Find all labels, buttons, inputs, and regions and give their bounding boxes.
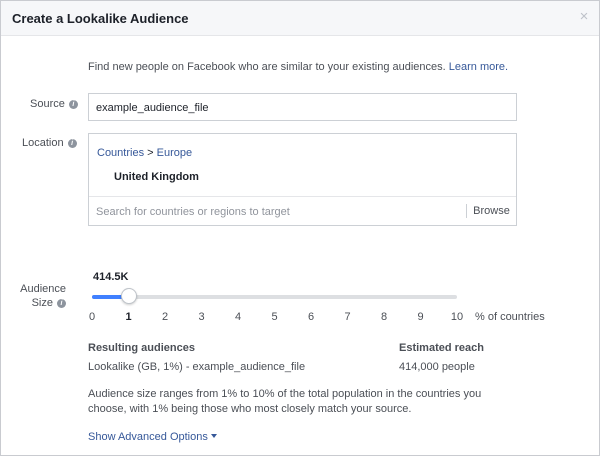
slider-tick-label: 10 <box>450 311 464 323</box>
estimated-reach-value: 414,000 people <box>399 361 475 373</box>
browse-button[interactable]: Browse <box>466 204 516 218</box>
source-input[interactable]: example_audience_file <box>88 93 517 121</box>
slider-tick-label: 5 <box>271 311 278 323</box>
slider-tick-label: 6 <box>307 311 315 323</box>
source-label: Source i <box>30 98 78 110</box>
slider-tick-label: 1 <box>125 311 132 323</box>
source-label-text: Source <box>30 98 65 110</box>
slider-tick-label: 8 <box>380 311 388 323</box>
slider-tick-label: 7 <box>344 311 351 323</box>
estimated-reach-header: Estimated reach <box>399 342 484 354</box>
show-advanced-options-label: Show Advanced Options <box>88 431 208 443</box>
intro-text: Find new people on Facebook who are simi… <box>88 61 508 73</box>
resulting-audiences-header: Resulting audiences <box>88 342 195 354</box>
breadcrumb-separator: > <box>147 147 154 159</box>
dialog-title: Create a Lookalike Audience <box>12 11 189 26</box>
source-input-value: example_audience_file <box>96 102 209 114</box>
breadcrumb-europe[interactable]: Europe <box>157 147 192 159</box>
audience-size-label-line1: Audience <box>20 283 66 295</box>
location-breadcrumb: Countries > Europe <box>97 147 192 159</box>
location-search-placeholder: Search for countries or regions to targe… <box>96 206 290 218</box>
audience-size-slider-track[interactable] <box>92 295 457 299</box>
learn-more-link[interactable]: Learn more. <box>449 61 508 73</box>
info-icon[interactable]: i <box>67 139 77 148</box>
caret-down-icon <box>210 434 217 438</box>
breadcrumb-countries[interactable]: Countries <box>97 147 144 159</box>
location-label: Location i <box>22 137 77 149</box>
slider-tick-label: 9 <box>417 311 424 323</box>
selected-country[interactable]: United Kingdom <box>114 171 199 183</box>
slider-tick-label: 0 <box>88 311 96 323</box>
slider-tick-label: 3 <box>198 311 205 323</box>
audience-size-value: 414.5K <box>93 271 129 283</box>
audience-size-label-line2-row: Size i <box>19 296 66 310</box>
info-icon[interactable]: i <box>57 299 66 308</box>
slider-tick-label: 2 <box>161 311 169 323</box>
lookalike-dialog: Create a Lookalike Audience × Find new p… <box>0 0 600 456</box>
show-advanced-options-link[interactable]: Show Advanced Options <box>88 431 217 443</box>
location-search-input[interactable]: Search for countries or regions to targe… <box>89 196 516 226</box>
resulting-audiences-value: Lookalike (GB, 1%) - example_audience_fi… <box>88 361 306 373</box>
audience-size-label: Audience Size i <box>19 282 66 310</box>
audience-size-note: Audience size ranges from 1% to 10% of t… <box>88 388 482 415</box>
location-selector: Countries > Europe United Kingdom Search… <box>88 133 517 226</box>
slider-unit-label: % of countries <box>475 311 545 323</box>
info-icon[interactable]: i <box>68 100 78 109</box>
slider-handle[interactable] <box>120 288 137 304</box>
location-label-text: Location <box>22 137 64 149</box>
dialog-header: Create a Lookalike Audience × <box>1 1 599 36</box>
slider-tick-label: 4 <box>234 311 242 323</box>
close-icon[interactable]: × <box>577 9 591 24</box>
intro-description: Find new people on Facebook who are simi… <box>88 61 446 73</box>
audience-size-label-line2: Size <box>31 297 53 309</box>
